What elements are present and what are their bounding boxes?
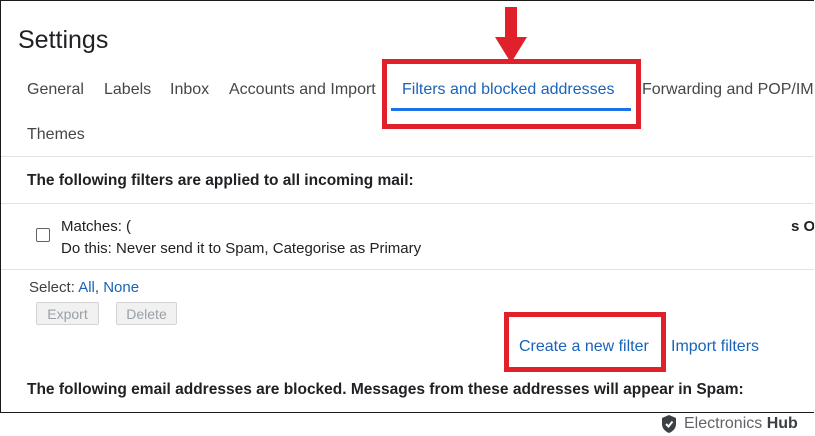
divider bbox=[1, 203, 814, 204]
watermark-text: Electronics Hub bbox=[684, 415, 798, 432]
tab-accounts-and-import[interactable]: Accounts and Import bbox=[229, 81, 376, 99]
shield-icon bbox=[662, 415, 676, 433]
filter-action: Do this: Never send it to Spam, Categori… bbox=[61, 240, 422, 257]
filters-tab-highlight-box bbox=[382, 59, 641, 129]
filter-match-trailing: s O bbox=[791, 218, 814, 235]
tab-labels[interactable]: Labels bbox=[104, 81, 151, 99]
delete-button[interactable]: Delete bbox=[116, 302, 177, 325]
select-all-link[interactable]: All bbox=[78, 279, 95, 296]
divider bbox=[1, 269, 814, 270]
filters-heading: The following filters are applied to all… bbox=[27, 172, 414, 189]
down-arrow-annotation-icon bbox=[495, 7, 527, 63]
tab-themes[interactable]: Themes bbox=[27, 126, 85, 144]
tab-general[interactable]: General bbox=[27, 81, 84, 99]
filter-checkbox[interactable] bbox=[36, 228, 50, 242]
select-row: Select: All, None bbox=[29, 279, 139, 296]
filter-matches: Matches: ( bbox=[61, 218, 132, 235]
tab-forwarding-and-pop[interactable]: Forwarding and POP/IM bbox=[642, 81, 814, 99]
create-filter-highlight-box bbox=[504, 312, 666, 372]
settings-page: Settings General Labels Inbox Accounts a… bbox=[0, 0, 814, 413]
select-none-link[interactable]: None bbox=[103, 279, 139, 296]
page-title: Settings bbox=[18, 26, 109, 54]
divider bbox=[1, 156, 814, 157]
blocked-addresses-heading: The following email addresses are blocke… bbox=[27, 381, 744, 398]
export-button[interactable]: Export bbox=[36, 302, 99, 325]
select-label: Select: bbox=[29, 279, 75, 296]
import-filters-link[interactable]: Import filters bbox=[671, 338, 759, 356]
tab-inbox[interactable]: Inbox bbox=[170, 81, 209, 99]
select-separator: , bbox=[94, 279, 100, 296]
watermark-logo: Electronics Hub bbox=[660, 413, 798, 435]
